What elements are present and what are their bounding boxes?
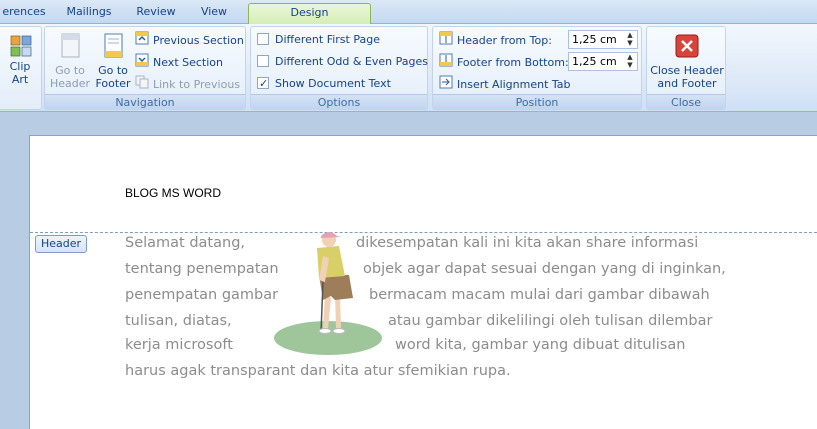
tab-mailings[interactable]: Mailings: [56, 3, 122, 24]
footer-position-icon: [439, 53, 453, 73]
insert-alignment-tab-label: Insert Alignment Tab: [457, 78, 571, 91]
footer-from-bottom-input[interactable]: 1,25 cm ▲ ▼: [568, 52, 638, 71]
next-section-button[interactable]: Next Section: [135, 53, 223, 71]
body-line-5-left: kerja microsoft: [125, 337, 233, 353]
go-to-header-label-2: Header: [49, 77, 91, 90]
group-label-options: Options: [251, 94, 427, 109]
different-first-page-checkbox[interactable]: Different First Page: [257, 31, 380, 49]
group-close: Close Header and Footer Close: [646, 26, 726, 110]
insert-alignment-tab-button[interactable]: Insert Alignment Tab: [439, 75, 571, 93]
body-line-6: harus agak transparant dan kita atur sfe…: [125, 363, 511, 379]
group-navigation: Go to Header Go to Footer Previous Secti…: [44, 26, 246, 110]
body-line-2-left: tentang penempatan: [125, 261, 279, 277]
group-label-close: Close: [647, 94, 725, 109]
group-insert: Clip Art: [0, 26, 42, 110]
clip-art-label-1: Clip: [9, 60, 31, 73]
body-line-1-left: Selamat datang,: [125, 235, 246, 251]
clip-art-button[interactable]: Clip Art: [1, 31, 39, 86]
next-section-icon: [135, 53, 149, 73]
body-line-3-left: penempatan gambar: [125, 287, 279, 303]
show-document-text-label: Show Document Text: [275, 77, 391, 90]
go-to-footer-label-1: Go to: [98, 64, 128, 77]
previous-section-button[interactable]: Previous Section: [135, 31, 244, 49]
header-from-top-input[interactable]: 1,25 cm ▲ ▼: [568, 30, 638, 49]
different-first-page-box[interactable]: [257, 33, 269, 45]
clip-art-label-2: Art: [11, 73, 29, 86]
footer-from-bottom-spinner-icon[interactable]: ▲ ▼: [625, 53, 635, 70]
go-to-footer-button[interactable]: Go to Footer: [93, 31, 133, 90]
body-line-1-right: dikesempatan kali ini kita akan share in…: [356, 235, 699, 251]
footer-from-bottom-label-row: Footer from Bottom:: [439, 53, 569, 71]
show-document-text-box[interactable]: [257, 75, 269, 93]
close-icon: [675, 34, 699, 58]
body-line-2-right: objek agar dapat sesuai dengan yang di i…: [363, 261, 726, 277]
different-odd-even-checkbox[interactable]: Different Odd & Even Pages: [257, 53, 428, 71]
tab-design[interactable]: Design: [248, 3, 371, 25]
different-odd-even-box[interactable]: [257, 55, 269, 67]
different-odd-even-label: Different Odd & Even Pages: [275, 55, 428, 68]
tab-view[interactable]: View: [190, 3, 238, 24]
next-section-label: Next Section: [153, 56, 223, 69]
header-from-top-label-row: Header from Top:: [439, 31, 552, 49]
go-to-footer-label-2: Footer: [95, 77, 131, 90]
link-to-previous-button[interactable]: Link to Previous: [135, 75, 240, 93]
clip-art-icon: [10, 35, 32, 57]
footer-from-bottom-label: Footer from Bottom:: [457, 56, 569, 69]
golfer-image[interactable]: [273, 228, 385, 358]
document-page[interactable]: BLOG MS WORD Header Selamat datang, dike…: [29, 135, 817, 429]
body-line-4-right: atau gambar dikelilingi oleh tulisan dil…: [388, 313, 713, 329]
previous-section-label: Previous Section: [153, 34, 244, 47]
footer-from-bottom-value: 1,25 cm: [572, 55, 617, 68]
ribbon: Clip Art Go to Header Go to Footer Previ…: [0, 24, 817, 112]
ribbon-tab-bar: erences Mailings Review View Design: [0, 0, 817, 25]
go-to-footer-icon: [104, 33, 123, 58]
go-to-header-label-1: Go to: [55, 64, 85, 77]
tab-review[interactable]: Review: [128, 3, 184, 24]
link-to-previous-label: Link to Previous: [153, 78, 241, 91]
link-icon: [135, 75, 149, 95]
header-from-top-spinner-icon[interactable]: ▲ ▼: [625, 31, 635, 48]
body-line-3-right: bermacam macam mulai dari gambar dibawah: [369, 287, 710, 303]
body-line-5-right: word kita, gambar yang dibuat ditulisan: [395, 337, 686, 353]
document-area: BLOG MS WORD Header Selamat datang, dike…: [0, 113, 817, 429]
group-label-position: Position: [433, 94, 641, 109]
header-badge: Header: [35, 235, 87, 253]
go-to-header-button[interactable]: Go to Header: [49, 31, 91, 90]
tab-references[interactable]: erences: [0, 3, 48, 24]
close-header-footer-label-1: Close Header: [650, 64, 724, 77]
body-line-4-left: tulisan, diatas,: [125, 313, 232, 329]
alignment-tab-icon: [439, 75, 453, 95]
header-text[interactable]: BLOG MS WORD: [125, 186, 221, 200]
different-first-page-label: Different First Page: [275, 33, 380, 46]
group-label-navigation: Navigation: [45, 94, 245, 109]
header-position-icon: [439, 31, 453, 51]
close-header-footer-button[interactable]: Close Header and Footer: [649, 31, 725, 90]
show-document-text-checkbox[interactable]: Show Document Text: [257, 75, 391, 93]
header-from-top-value: 1,25 cm: [572, 33, 617, 46]
header-boundary-line: [30, 232, 817, 233]
go-to-header-icon: [61, 33, 80, 58]
header-from-top-label: Header from Top:: [457, 34, 552, 47]
group-position: Header from Top: 1,25 cm ▲ ▼ Footer from …: [432, 26, 642, 110]
close-header-footer-label-2: and Footer: [657, 77, 717, 90]
group-options: Different First Page Different Odd & Eve…: [250, 26, 428, 110]
previous-section-icon: [135, 31, 149, 51]
